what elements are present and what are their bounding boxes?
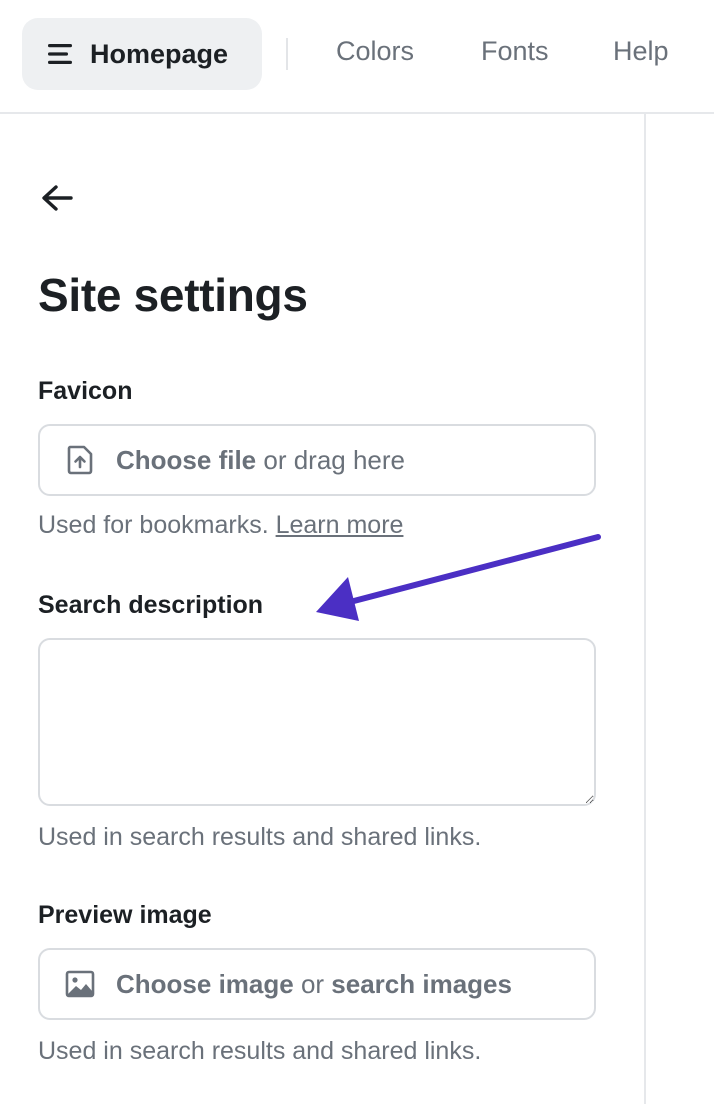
image-icon bbox=[65, 970, 95, 998]
preview-image-label: Preview image bbox=[38, 901, 212, 929]
preview-image-hint: Used in search results and shared links. bbox=[38, 1037, 482, 1065]
menu-icon bbox=[48, 44, 72, 64]
top-navigation: Homepage Colors Fonts Help bbox=[0, 0, 714, 114]
search-description-label: Search description bbox=[38, 591, 264, 619]
choose-file-link[interactable]: Choose file bbox=[116, 445, 256, 475]
nav-link-colors[interactable]: Colors bbox=[336, 36, 414, 67]
file-upload-icon bbox=[67, 445, 93, 475]
choose-image-link[interactable]: Choose image bbox=[116, 969, 294, 999]
search-description-textarea[interactable] bbox=[38, 638, 596, 806]
nav-link-help[interactable]: Help bbox=[613, 36, 669, 67]
search-description-hint: Used in search results and shared links. bbox=[38, 823, 482, 851]
nav-link-fonts[interactable]: Fonts bbox=[481, 36, 549, 67]
favicon-hint-text: Used for bookmarks. bbox=[38, 511, 276, 539]
preview-image-upload-mid: or bbox=[293, 968, 332, 999]
preview-image-upload-text: Choose image or search images bbox=[116, 969, 512, 1000]
favicon-label: Favicon bbox=[38, 377, 133, 405]
nav-homepage-label: Homepage bbox=[90, 38, 229, 69]
search-images-link[interactable]: search images bbox=[331, 969, 512, 999]
arrow-left-icon[interactable] bbox=[40, 182, 74, 214]
annotation-arrow-icon bbox=[316, 534, 601, 621]
favicon-upload-text: Choose file or drag here bbox=[116, 445, 405, 476]
preview-image-upload-field[interactable]: Choose image or search images bbox=[38, 948, 596, 1020]
favicon-upload-rest: or drag here bbox=[256, 444, 406, 475]
nav-homepage-button[interactable]: Homepage bbox=[22, 18, 262, 90]
panel-divider bbox=[644, 114, 646, 1104]
nav-divider bbox=[286, 38, 288, 70]
favicon-upload-field[interactable]: Choose file or drag here bbox=[38, 424, 596, 496]
page-title: Site settings bbox=[38, 269, 308, 321]
